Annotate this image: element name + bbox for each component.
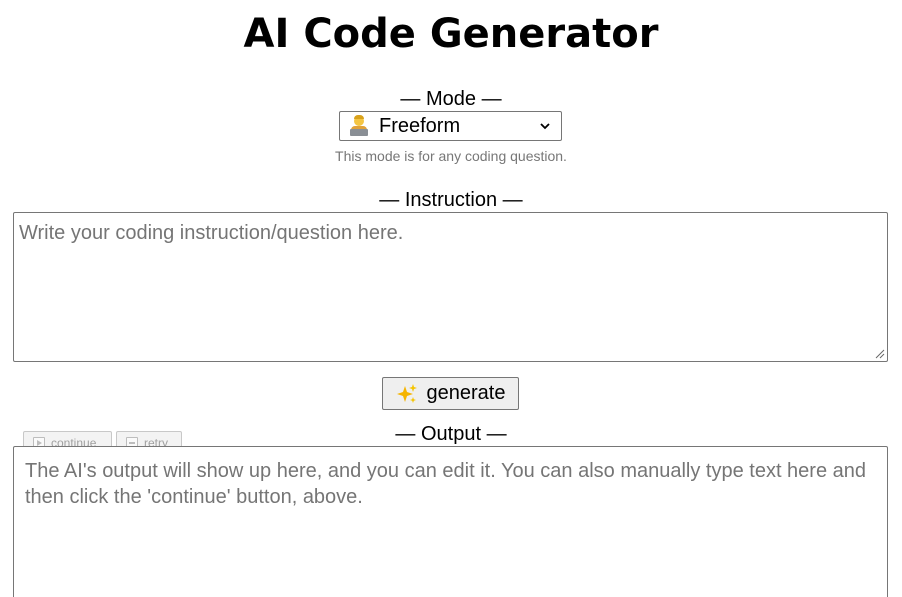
- page: AI Code Generator — Mode — Freeform This…: [0, 0, 902, 597]
- output-label: — Output —: [395, 423, 507, 445]
- mode-select[interactable]: Freeform: [339, 111, 562, 141]
- mode-help-text: This mode is for any coding question.: [335, 148, 567, 164]
- instruction-label: — Instruction —: [379, 189, 523, 211]
- resize-handle-icon[interactable]: [875, 349, 885, 359]
- page-title: AI Code Generator: [243, 11, 659, 57]
- instruction-placeholder: Write your coding instruction/question h…: [19, 222, 404, 244]
- instruction-input[interactable]: Write your coding instruction/question h…: [13, 212, 888, 362]
- output-placeholder: The AI's output will show up here, and y…: [25, 460, 867, 508]
- generate-button-label: generate: [426, 382, 506, 404]
- generate-button[interactable]: generate: [382, 377, 519, 410]
- output-textarea[interactable]: The AI's output will show up here, and y…: [13, 446, 888, 597]
- mode-select-value: Freeform: [379, 114, 461, 137]
- mode-label: — Mode —: [400, 88, 502, 110]
- chevron-down-icon: [540, 123, 550, 130]
- sparkles-icon: [396, 383, 417, 403]
- technologist-icon: [349, 115, 369, 137]
